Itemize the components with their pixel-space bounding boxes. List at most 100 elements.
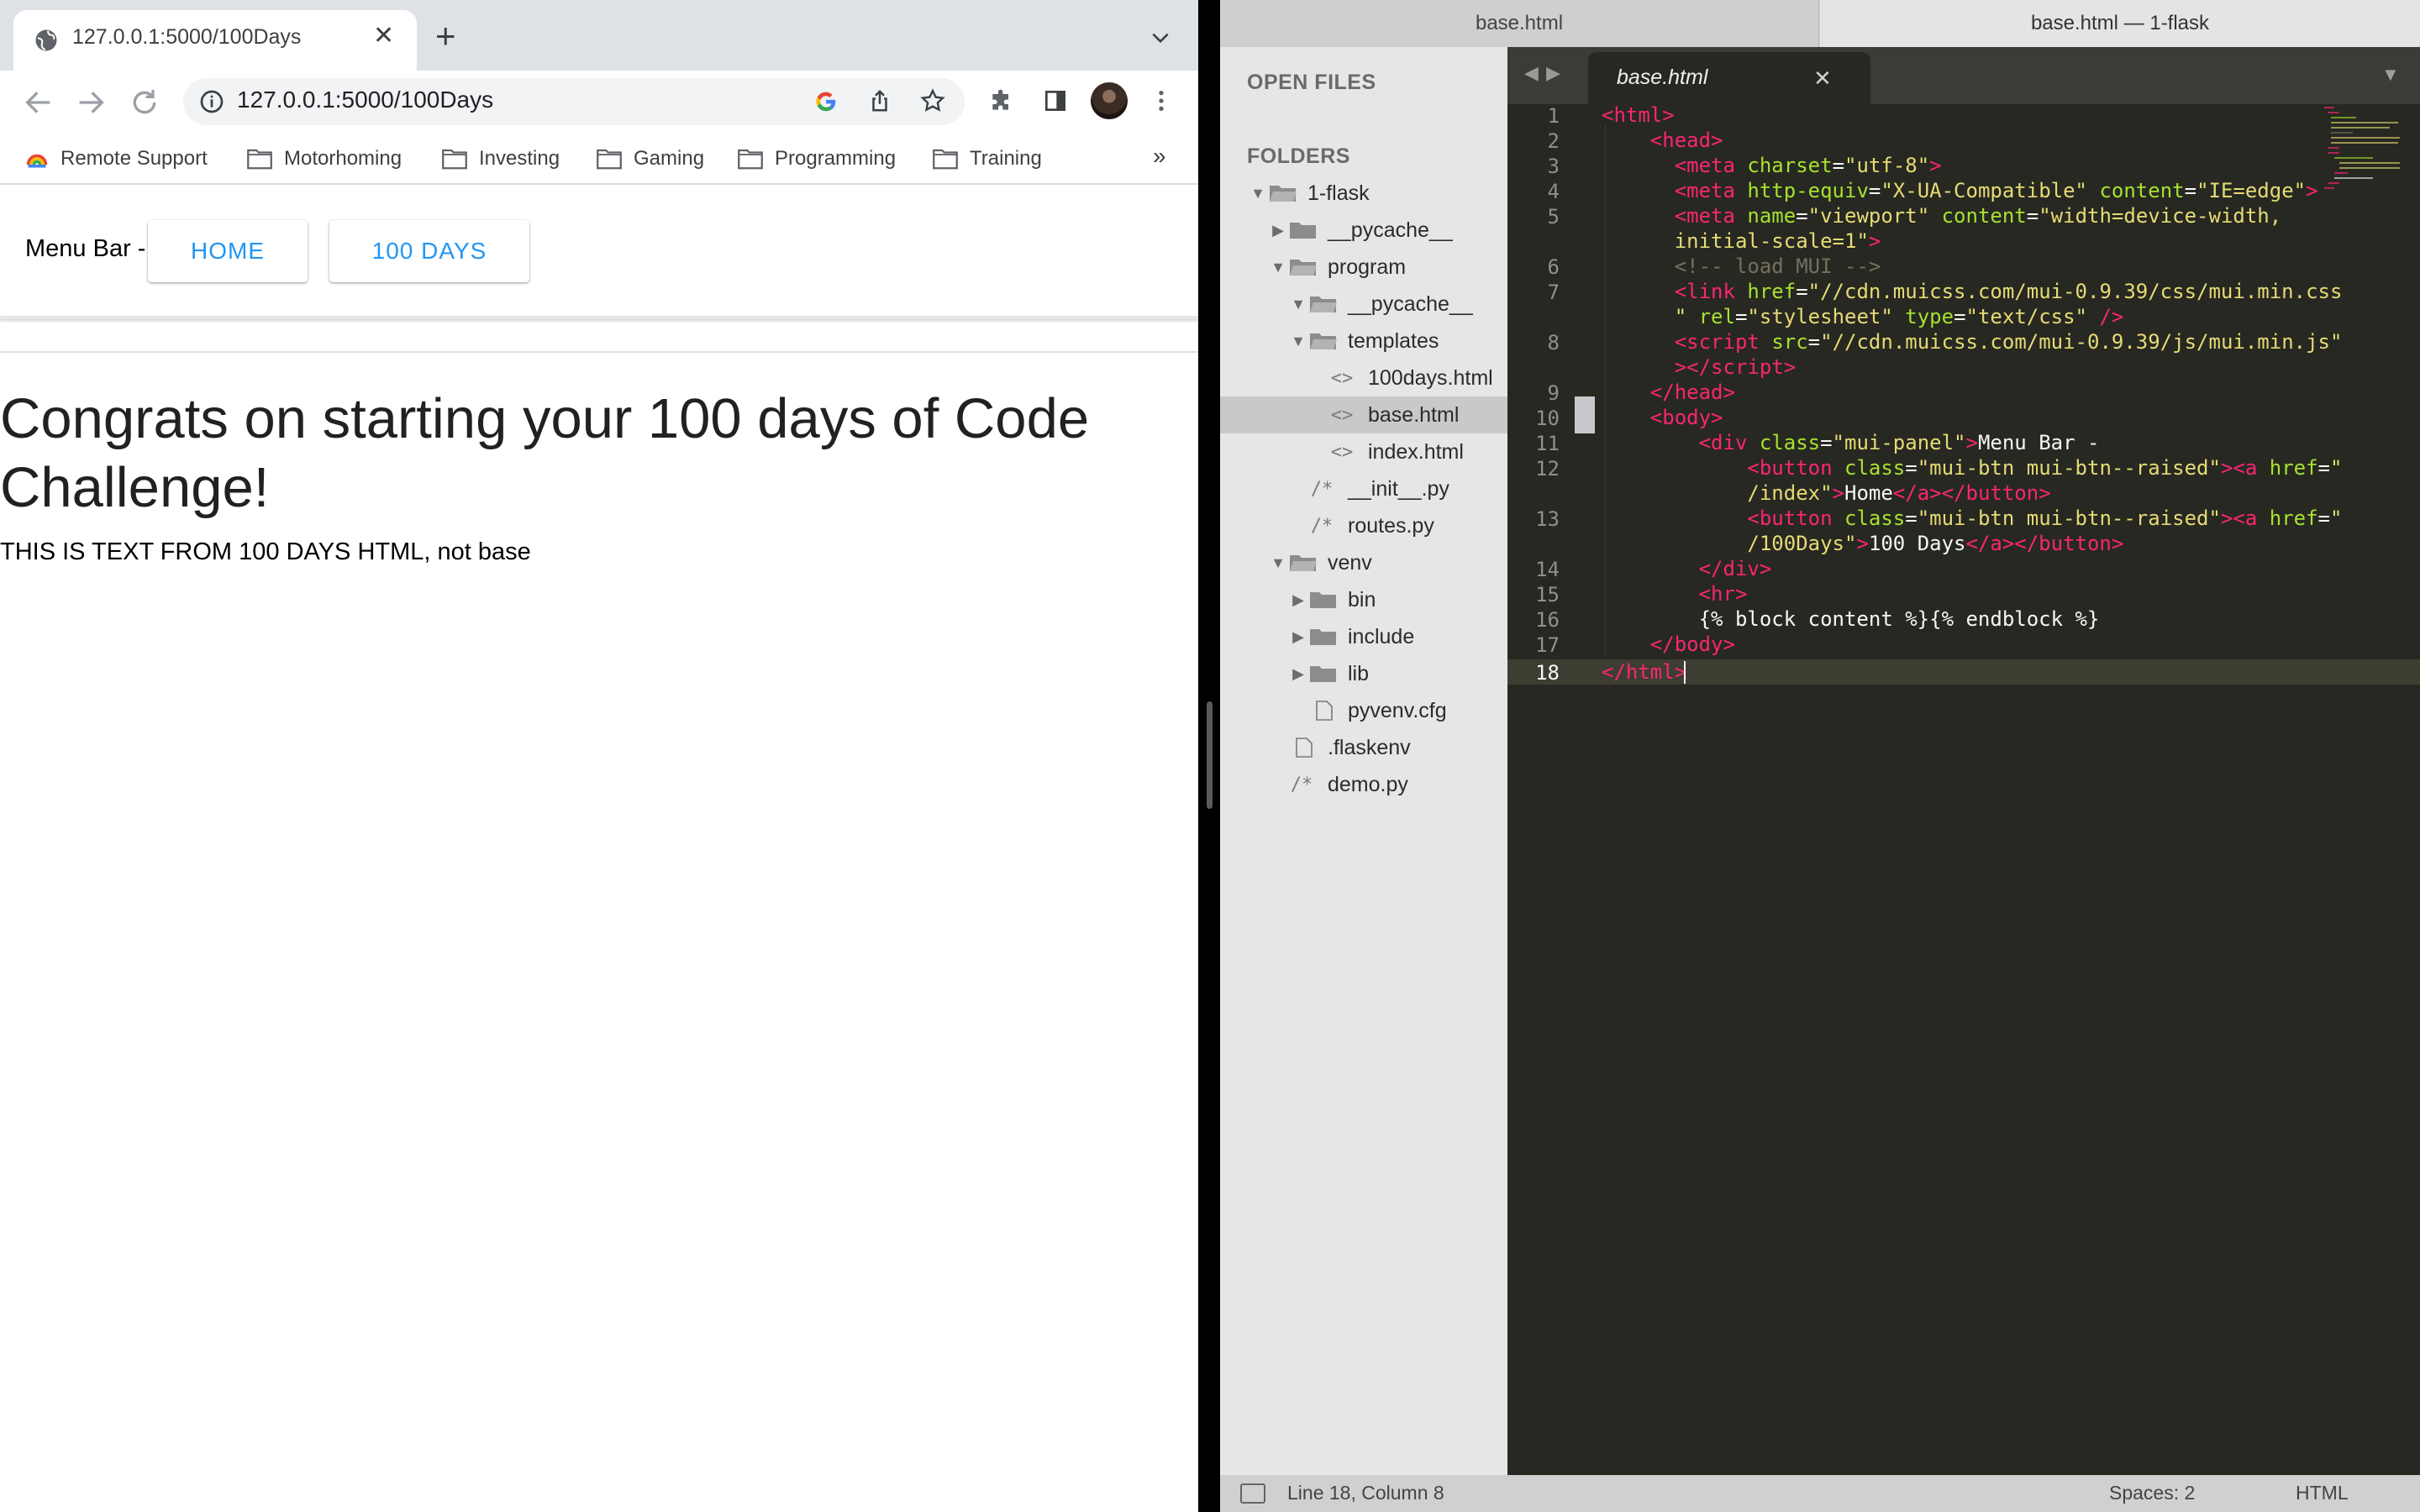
folder-icon <box>442 149 467 170</box>
bookmark-folder-gaming[interactable]: Gaming <box>597 144 704 174</box>
tree-item[interactable]: /* demo.py <box>1267 766 1408 803</box>
reload-icon[interactable] <box>128 86 161 119</box>
url-text[interactable]: 127.0.0.1:5000/100Days <box>237 87 493 113</box>
bookmark-folder-training[interactable]: Training <box>933 144 1042 174</box>
code-line[interactable]: <html> <box>1602 102 1675 128</box>
code-line[interactable]: <meta name="viewport" content="width=dev… <box>1602 203 2282 228</box>
tree-item[interactable]: /* routes.py <box>1287 507 1434 544</box>
code-line[interactable]: <hr> <box>1602 581 1748 606</box>
tree-item-label: __pycache__ <box>1328 218 1453 242</box>
code-line[interactable]: <!-- load MUI --> <box>1602 254 1881 279</box>
share-icon[interactable] <box>867 87 892 114</box>
tree-item[interactable]: ▼ program <box>1267 249 1406 286</box>
bookmark-folder-investing[interactable]: Investing <box>442 144 560 174</box>
home-button[interactable]: HOME <box>148 220 308 282</box>
tree-item[interactable]: ▼ 1-flask <box>1247 175 1370 212</box>
close-icon[interactable]: ✕ <box>373 24 394 49</box>
line-number: 11 <box>1535 432 1560 455</box>
collapsed-arrow-icon[interactable]: ▶ <box>1287 628 1309 646</box>
code-line[interactable]: ></script> <box>1602 354 1797 380</box>
indentation-setting[interactable]: Spaces: 2 <box>2109 1482 2195 1504</box>
bookmark-label: Gaming <box>634 147 705 170</box>
tree-item[interactable]: .flaskenv <box>1267 729 1411 766</box>
code-line[interactable]: <body> <box>1602 405 1723 430</box>
collapsed-arrow-icon[interactable]: ▶ <box>1287 591 1309 609</box>
tree-item[interactable]: <> 100days.html <box>1307 360 1493 396</box>
line-number: 7 <box>1547 281 1560 304</box>
text-caret <box>1684 661 1686 684</box>
forward-arrow-icon[interactable] <box>74 86 108 119</box>
tree-item[interactable]: <> index.html <box>1307 433 1464 470</box>
window-tab[interactable]: base.html <box>1220 0 1819 47</box>
python-file-icon: /* <box>1310 478 1334 500</box>
line-number: 10 <box>1535 407 1560 430</box>
code-line[interactable]: <meta http-equiv="X-UA-Compatible" conte… <box>1602 178 2318 203</box>
code-line[interactable]: /100Days">100 Days</a></button> <box>1602 531 2123 556</box>
close-icon[interactable]: ✕ <box>1813 66 1832 92</box>
code-line[interactable]: <div class="mui-panel">Menu Bar - <box>1602 430 2100 455</box>
expanded-arrow-icon[interactable]: ▼ <box>1287 296 1309 313</box>
info-icon[interactable] <box>198 88 225 115</box>
code-line[interactable]: </html> <box>1602 659 1686 685</box>
collapsed-arrow-icon[interactable]: ▶ <box>1287 665 1309 683</box>
100-days-button[interactable]: 100 DAYS <box>329 220 529 282</box>
syntax-selector[interactable]: HTML <box>2296 1482 2349 1504</box>
tree-item[interactable]: ▼ venv <box>1267 544 1372 581</box>
collapsed-arrow-icon[interactable]: ▶ <box>1267 222 1289 239</box>
bookmark-folder-programming[interactable]: Programming <box>738 144 896 174</box>
code-line[interactable]: /index">Home</a></button> <box>1602 480 2050 506</box>
code-line[interactable]: <link href="//cdn.muicss.com/mui-0.9.39/… <box>1602 279 2343 304</box>
tree-item[interactable]: ▼ templates <box>1287 323 1439 360</box>
tree-item[interactable]: pyvenv.cfg <box>1287 692 1447 729</box>
code-line[interactable]: <button class="mui-btn mui-btn--raised">… <box>1602 506 2342 531</box>
tab-title: 127.0.0.1:5000/100Days <box>72 25 302 49</box>
code-line[interactable]: initial-scale=1"> <box>1602 228 1881 254</box>
tree-item-label: __init__.py <box>1348 476 1449 501</box>
expanded-arrow-icon[interactable]: ▼ <box>1267 554 1289 572</box>
kebab-menu-icon[interactable] <box>1151 87 1171 114</box>
tree-item[interactable]: ▶ bin <box>1287 581 1376 618</box>
code-line[interactable]: </head> <box>1602 380 1735 405</box>
tree-item[interactable]: ▶ __pycache__ <box>1267 212 1453 249</box>
folder-open-icon <box>1310 297 1337 312</box>
tab-prev-icon[interactable]: ◀ <box>1524 62 1539 84</box>
file-tab-label: base.html <box>1617 66 1708 89</box>
star-icon[interactable] <box>919 87 946 114</box>
tree-item[interactable]: ▼ __pycache__ <box>1287 286 1473 323</box>
back-arrow-icon[interactable] <box>22 86 55 119</box>
code-line[interactable]: <button class="mui-btn mui-btn--raised">… <box>1602 455 2342 480</box>
panel-divider <box>0 316 1198 319</box>
tree-item[interactable]: ▶ lib <box>1287 655 1369 692</box>
code-line[interactable]: " rel="stylesheet" type="text/css" /> <box>1602 304 2124 329</box>
code-line[interactable]: </div> <box>1602 556 1772 581</box>
new-tab-button[interactable]: + <box>435 18 456 54</box>
expanded-arrow-icon[interactable]: ▼ <box>1267 259 1289 276</box>
extensions-icon[interactable] <box>988 87 1015 114</box>
google-icon[interactable] <box>813 89 839 114</box>
profile-avatar[interactable] <box>1091 82 1128 119</box>
code-line[interactable]: <meta charset="utf-8"> <box>1602 153 1942 178</box>
tree-item[interactable]: ▶ include <box>1287 618 1414 655</box>
tab-next-icon[interactable]: ▶ <box>1546 62 1560 84</box>
line-number: 1 <box>1547 104 1560 128</box>
line-number: 15 <box>1535 583 1560 606</box>
chevron-down-icon[interactable] <box>1150 27 1171 49</box>
bookmark-folder-motorhoming[interactable]: Motorhoming <box>247 144 402 174</box>
expanded-arrow-icon[interactable]: ▼ <box>1287 333 1309 350</box>
code-line[interactable]: </body> <box>1602 632 1735 657</box>
tab-dropdown-icon[interactable]: ▼ <box>2381 64 2400 86</box>
folder-icon <box>1290 223 1316 239</box>
expanded-arrow-icon[interactable]: ▼ <box>1247 185 1269 202</box>
side-panel-icon[interactable] <box>1042 87 1069 114</box>
panel-toggle-icon[interactable] <box>1240 1483 1265 1504</box>
bookmark-remote-support[interactable]: Remote Support <box>25 144 208 174</box>
window-tab-active[interactable]: base.html — 1-flask <box>1820 0 2420 47</box>
open-files-header: OPEN FILES <box>1247 71 1376 94</box>
bookmarks-overflow-button[interactable]: » <box>1153 143 1166 170</box>
resize-handle[interactable] <box>1207 701 1213 809</box>
code-line[interactable]: {% block content %}{% endblock %} <box>1602 606 2100 632</box>
tree-item[interactable]: /* __init__.py <box>1287 470 1449 507</box>
code-line[interactable]: <head> <box>1602 128 1723 153</box>
code-line[interactable]: <script src="//cdn.muicss.com/mui-0.9.39… <box>1602 329 2343 354</box>
minimap[interactable] <box>2323 104 2405 197</box>
